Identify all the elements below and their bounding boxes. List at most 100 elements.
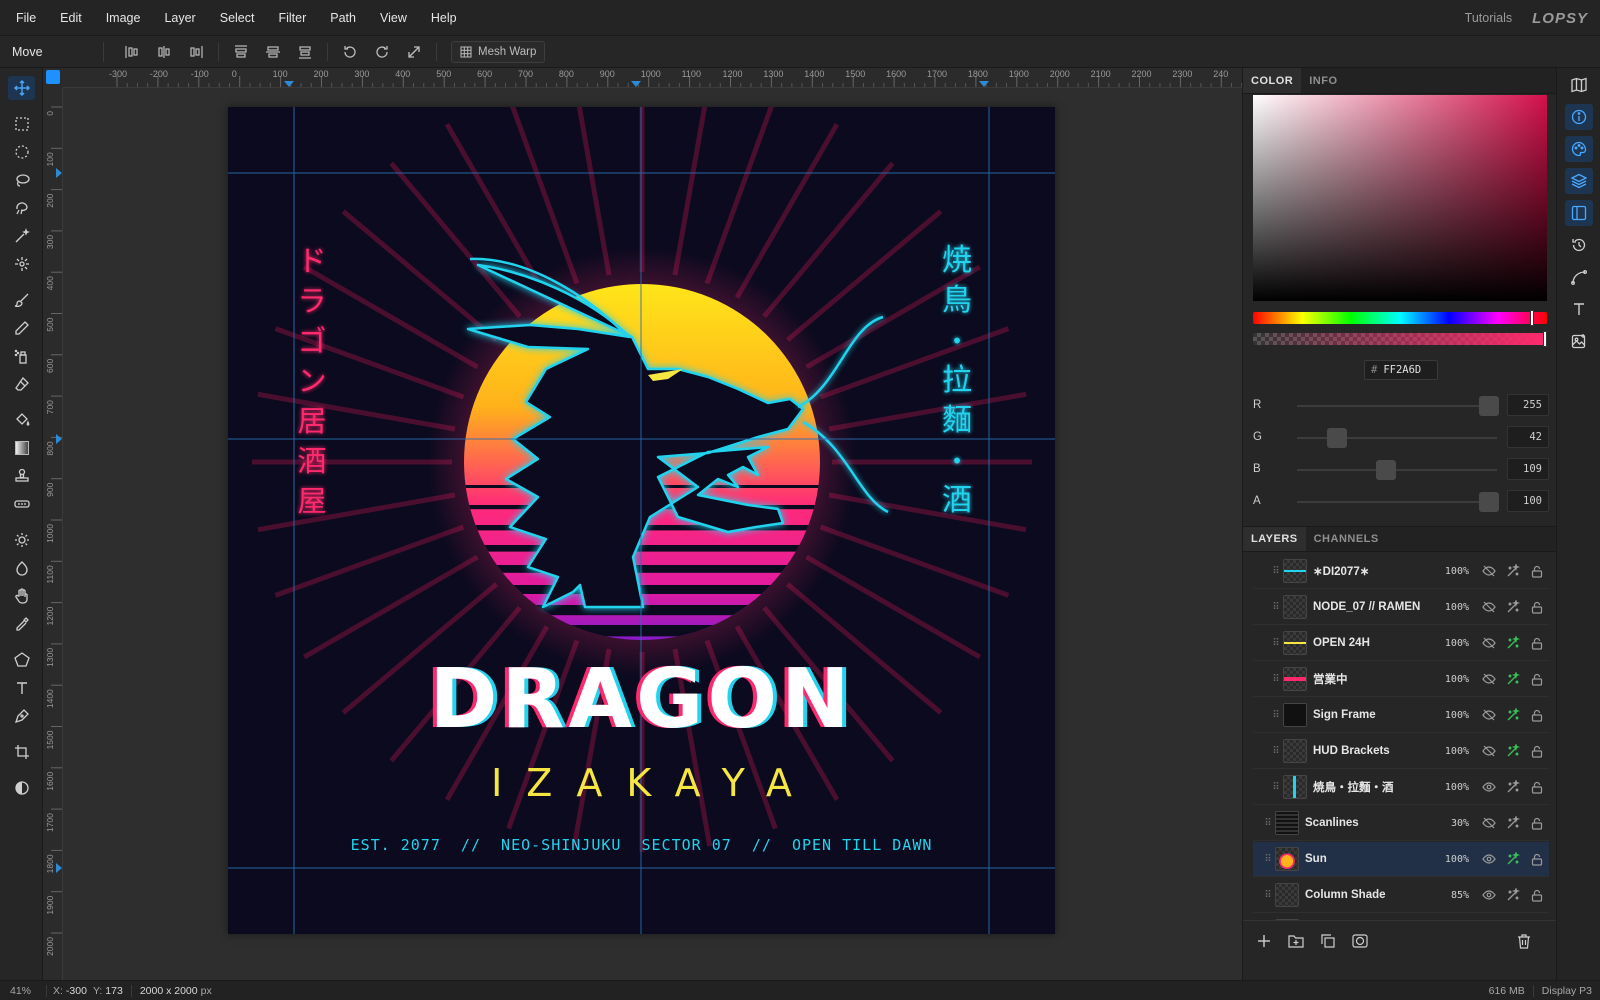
layer-name[interactable]: 焼鳥・拉麵・酒 bbox=[1313, 779, 1435, 795]
channel-g-value[interactable]: 42 bbox=[1507, 426, 1549, 448]
drag-handle-icon[interactable]: ⠿ bbox=[1261, 818, 1275, 829]
layer-opacity[interactable]: 85% bbox=[1435, 890, 1469, 901]
layer-name[interactable]: Sign Frame bbox=[1313, 709, 1435, 721]
eyedropper-tool[interactable] bbox=[8, 612, 35, 636]
drag-handle-icon[interactable]: ⠿ bbox=[1261, 890, 1275, 901]
tutorials-link[interactable]: Tutorials bbox=[1465, 11, 1512, 25]
magic-wand-tool[interactable] bbox=[8, 224, 35, 248]
channel-r-value[interactable]: 255 bbox=[1507, 394, 1549, 416]
contrast-tool[interactable] bbox=[8, 776, 35, 800]
layer-opacity[interactable]: 100% bbox=[1435, 566, 1469, 577]
polygon-tool[interactable] bbox=[8, 648, 35, 672]
menu-file[interactable]: File bbox=[0, 11, 48, 25]
effects-toggle[interactable] bbox=[1501, 885, 1525, 905]
history-panel-button[interactable] bbox=[1565, 232, 1593, 258]
saturation-value-picker[interactable] bbox=[1253, 95, 1547, 301]
guide-toggle[interactable] bbox=[46, 70, 60, 84]
magnetic-lasso-tool[interactable] bbox=[8, 196, 35, 220]
layer-opacity[interactable]: 100% bbox=[1435, 782, 1469, 793]
hand-tool[interactable] bbox=[8, 584, 35, 608]
color-panel-button[interactable] bbox=[1565, 136, 1593, 162]
mesh-warp-button[interactable]: Mesh Warp bbox=[451, 40, 546, 63]
layer-name[interactable]: Scanlines bbox=[1305, 817, 1435, 829]
tab-channels[interactable]: CHANNELS bbox=[1306, 527, 1387, 551]
type-panel-button[interactable] bbox=[1565, 296, 1593, 322]
navigator-button[interactable] bbox=[1565, 72, 1593, 98]
layer-row[interactable]: ⠿ 焼鳥・拉麵・酒 100% bbox=[1253, 770, 1549, 805]
lock-toggle[interactable] bbox=[1525, 669, 1549, 689]
align-vcenter-button[interactable] bbox=[257, 40, 289, 64]
visibility-toggle[interactable] bbox=[1477, 849, 1501, 869]
channel-a-value[interactable]: 100 bbox=[1507, 490, 1549, 512]
guide-marker[interactable] bbox=[284, 81, 294, 87]
color-profile[interactable]: Display P3 bbox=[1542, 985, 1592, 997]
text-tool[interactable] bbox=[8, 676, 35, 700]
mask-button[interactable] bbox=[1349, 931, 1371, 951]
guide-marker[interactable] bbox=[56, 863, 62, 873]
expand-button[interactable] bbox=[398, 40, 430, 64]
dodge-tool[interactable] bbox=[8, 528, 35, 552]
zoom-level[interactable]: 41% bbox=[0, 985, 40, 997]
tab-info[interactable]: INFO bbox=[1301, 68, 1345, 93]
drag-handle-icon[interactable]: ⠿ bbox=[1269, 566, 1283, 577]
lock-toggle[interactable] bbox=[1525, 705, 1549, 725]
effects-toggle[interactable] bbox=[1501, 597, 1525, 617]
visibility-toggle[interactable] bbox=[1477, 705, 1501, 725]
ruler-top[interactable]: -300 -200 -100 0 100 200 300 400 500 600 700 800 900… bbox=[63, 68, 1242, 88]
lasso-tool[interactable] bbox=[8, 168, 35, 192]
effects-toggle[interactable] bbox=[1501, 813, 1525, 833]
rotate-left-button[interactable] bbox=[334, 40, 366, 64]
effects-toggle[interactable] bbox=[1501, 669, 1525, 689]
lock-toggle[interactable] bbox=[1525, 741, 1549, 761]
visibility-toggle[interactable] bbox=[1477, 777, 1501, 797]
rotate-right-button[interactable] bbox=[366, 40, 398, 64]
drag-handle-icon[interactable]: ⠿ bbox=[1269, 674, 1283, 685]
hue-slider-thumb[interactable] bbox=[1530, 310, 1534, 326]
spray-tool[interactable] bbox=[8, 344, 35, 368]
brush-tool[interactable] bbox=[8, 288, 35, 312]
add-layer-button[interactable] bbox=[1253, 931, 1275, 951]
tab-color[interactable]: COLOR bbox=[1243, 68, 1302, 93]
layer-name[interactable]: 営業中 bbox=[1313, 671, 1435, 687]
lock-toggle[interactable] bbox=[1525, 849, 1549, 869]
guide-marker[interactable] bbox=[631, 81, 641, 87]
layer-row[interactable]: ⠿ ∗DI2077∗ 100% bbox=[1253, 554, 1549, 589]
align-left-button[interactable] bbox=[116, 40, 148, 64]
layer-row[interactable]: ⠿ HUD Brackets 100% bbox=[1253, 734, 1549, 769]
lock-toggle[interactable] bbox=[1525, 597, 1549, 617]
layer-opacity[interactable]: 100% bbox=[1435, 602, 1469, 613]
align-right-button[interactable] bbox=[180, 40, 212, 64]
menu-path[interactable]: Path bbox=[318, 11, 368, 25]
visibility-toggle[interactable] bbox=[1477, 633, 1501, 653]
layer-row[interactable]: ⠿ Sun 100% bbox=[1253, 842, 1549, 877]
visibility-toggle[interactable] bbox=[1477, 885, 1501, 905]
align-top-button[interactable] bbox=[225, 40, 257, 64]
layer-name[interactable]: Sun bbox=[1305, 853, 1435, 865]
alpha-slider[interactable] bbox=[1253, 331, 1547, 347]
pen-tool[interactable] bbox=[8, 704, 35, 728]
menu-filter[interactable]: Filter bbox=[266, 11, 318, 25]
alpha-slider-thumb[interactable] bbox=[1543, 331, 1547, 347]
channels-panel-button[interactable] bbox=[1565, 200, 1593, 226]
channel-a-track[interactable] bbox=[1297, 492, 1499, 512]
layer-row[interactable]: ⠿ OPEN 24H 100% bbox=[1253, 626, 1549, 661]
effects-toggle[interactable] bbox=[1501, 741, 1525, 761]
menu-select[interactable]: Select bbox=[208, 11, 267, 25]
gradient-tool[interactable] bbox=[8, 436, 35, 460]
layer-row[interactable]: ⠿ Sign Frame 100% bbox=[1253, 698, 1549, 733]
add-group-button[interactable] bbox=[1285, 931, 1307, 951]
layer-row[interactable]: ⠿ NODE_07 // RAMEN 100% bbox=[1253, 590, 1549, 625]
layer-row[interactable]: ⠿ 営業中 100% bbox=[1253, 662, 1549, 697]
bucket-tool[interactable] bbox=[8, 408, 35, 432]
hue-slider[interactable] bbox=[1253, 310, 1547, 326]
channel-g-track[interactable] bbox=[1297, 428, 1497, 448]
layer-name[interactable]: Column Shade bbox=[1305, 889, 1435, 901]
layer-opacity[interactable]: 100% bbox=[1435, 638, 1469, 649]
lock-toggle[interactable] bbox=[1525, 813, 1549, 833]
visibility-toggle[interactable] bbox=[1477, 741, 1501, 761]
lock-toggle[interactable] bbox=[1525, 777, 1549, 797]
crop-tool[interactable] bbox=[8, 740, 35, 764]
menu-help[interactable]: Help bbox=[419, 11, 469, 25]
ruler-left[interactable]: 0 100 200 300 400 500 600 700 800 900 1000 1100 1200… bbox=[43, 88, 63, 980]
visibility-toggle[interactable] bbox=[1477, 561, 1501, 581]
